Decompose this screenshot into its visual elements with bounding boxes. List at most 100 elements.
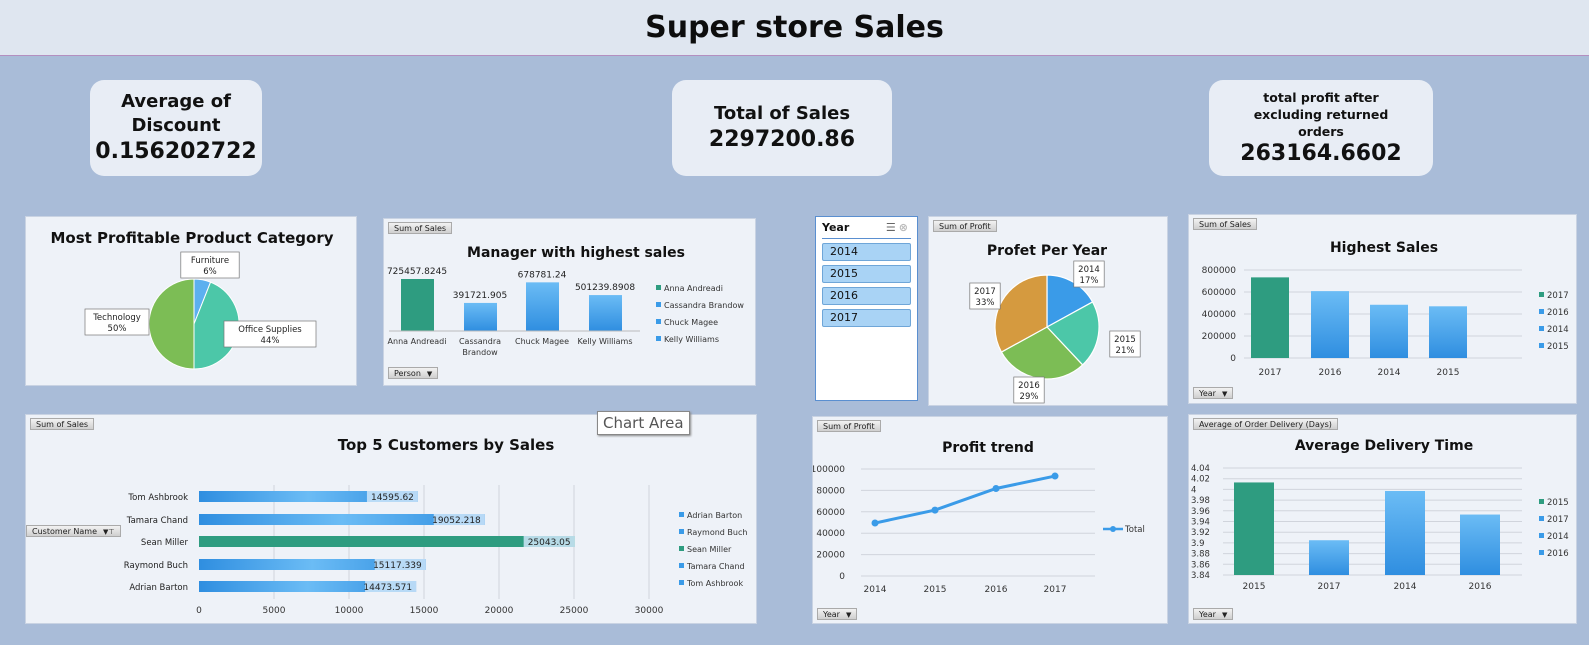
legend-label: Cassandra Brandow [664,301,744,310]
data-point-2014 [871,519,879,527]
legend-swatch [679,563,684,568]
legend-label: 2017 [1547,515,1569,525]
data-label: 15117.339 [373,561,422,571]
filter-button-year[interactable]: Year ▼ [1193,387,1234,399]
kpi-total-sales: Total of Sales 2297200.86 [672,80,892,176]
tick-label: 100000 [813,465,845,475]
kpi-profit-excluding-returns: total profit after excluding returned or… [1209,80,1433,176]
legend-swatch [656,336,661,341]
year-slicer[interactable]: Year ☰⊗ 2014 2015 2016 2017 [815,216,918,401]
legend-label: Tom Ashbrook [686,579,743,588]
tick-label: 3.98 [1191,496,1210,506]
data-label-technology: 50% [108,324,127,334]
filter-button-customer-name[interactable]: Customer Name ▼⊤ [26,525,121,537]
legend-marker [1110,526,1116,532]
category-label: Cassandra [459,337,501,346]
tick-label: 4.02 [1191,475,1210,485]
legend-label: Adrian Barton [687,511,742,520]
bar-chuck-magee [526,282,559,331]
data-label-2015: 2015 [1114,335,1136,345]
delivery-bar-chart: Average Delivery Time4.044.0243.983.963.… [1191,438,1569,592]
category-label: Tamara Chand [126,516,188,526]
legend-swatch [679,546,684,551]
bar-2015 [1234,482,1274,575]
chart-area-tooltip: Chart Area [597,411,690,435]
category-label: Raymond Buch [124,561,188,571]
tick-label: 15000 [410,606,439,616]
clear-filter-icon[interactable]: ⊗ [899,221,911,234]
tick-label: 600000 [1202,288,1237,298]
filter-button-year[interactable]: Year ▼ [817,608,858,620]
pie-slice-technology [148,278,195,370]
filter-button-year[interactable]: Year ▼ [1193,608,1234,620]
highest-sales-bar-chart: Highest Sales 800000 600000 400000 200000 0 20… [1202,240,1569,378]
data-label-2016: 2016 [1018,381,1040,391]
tick-label: 20000 [485,606,514,616]
category-label: Anna Andreadi [388,337,447,346]
category-label: Sean Miller [141,538,189,548]
multi-select-icon[interactable]: ☰ [886,221,899,234]
filter-funnel-icon: ▼⊤ [103,528,115,536]
chart-title: Profet Per Year [987,243,1107,259]
tick-label: 0 [839,572,845,582]
data-label: 14473.571 [363,583,412,593]
slicer-item-2017[interactable]: 2017 [822,309,911,327]
chart-profit-trend[interactable]: Sum of Profit Profit trend 100000 80000 600… [812,416,1168,624]
category-label: Brandow [462,348,498,357]
category-label: 2016 [985,585,1008,595]
filter-label: Year [1199,389,1216,398]
tick-label: 0 [196,606,202,616]
chart-average-delivery[interactable]: Average of Order Delivery (Days) Average… [1188,414,1577,624]
chart-product-category[interactable]: Most Profitable Product Category Furnitur… [25,216,357,386]
slicer-item-2015[interactable]: 2015 [822,265,911,283]
dropdown-arrow-icon: ▼ [845,611,852,619]
bar-2017 [1309,540,1349,575]
category-label: Kelly Williams [578,337,633,346]
filter-label: Customer Name [32,527,98,536]
bar-2014 [1385,491,1425,575]
filter-label: Year [1199,610,1216,619]
category-label: Adrian Barton [129,583,188,593]
data-label-2017: 2017 [974,287,996,297]
category-label: 2014 [1378,368,1401,378]
category-label: Chuck Magee [515,337,569,346]
dropdown-arrow-icon: ▼ [1221,611,1228,619]
slicer-item-2016[interactable]: 2016 [822,287,911,305]
legend-swatch [1539,309,1544,314]
category-label: 2015 [1243,582,1266,592]
legend-label: 2015 [1547,498,1569,508]
data-label-office-supplies: Office Supplies [238,325,302,335]
data-label-office-supplies: 44% [261,336,280,346]
data-label: 25043.05 [528,538,571,548]
tick-label: 3.94 [1191,518,1210,528]
chart-profit-per-year[interactable]: Sum of Profit Profet Per Year 2014 17% 2015… [928,216,1168,406]
slicer-item-2014[interactable]: 2014 [822,243,911,261]
tick-label: 20000 [816,551,845,561]
bar-2016 [1460,514,1500,575]
legend-swatch [1539,499,1544,504]
data-point-2015 [931,506,939,514]
chart-manager-sales[interactable]: Sum of Sales Manager with highest sales 7… [383,218,756,386]
kpi-label: total profit after excluding returned or… [1253,89,1389,139]
tick-label: 200000 [1202,332,1237,342]
category-label: 2016 [1319,368,1342,378]
category-label: 2016 [1469,582,1492,592]
bar-cassandra-brandow [464,302,497,331]
bar-2017 [1251,277,1289,358]
legend-label: Anna Andreadi [664,284,723,293]
tick-label: 80000 [816,486,845,496]
tick-label: 800000 [1202,266,1237,276]
data-label: 678781.24 [518,270,567,280]
data-label-2014: 2014 [1078,265,1100,275]
chart-highest-sales[interactable]: Sum of Sales Highest Sales 800000 600000 40… [1188,214,1577,404]
dashboard-header: Super store Sales [0,0,1589,56]
bar-kelly-williams [589,295,622,331]
tick-label: 3.86 [1191,560,1210,570]
legend-swatch [1539,326,1544,331]
legend-swatch [679,529,684,534]
bar-2014 [1370,304,1408,358]
data-label-2016: 29% [1020,392,1039,402]
chart-top5-customers[interactable]: Sum of Sales Top 5 Customers by Sales 0 50… [25,414,757,624]
filter-button-person[interactable]: Person ▼ [388,367,439,379]
kpi-value: 0.156202722 [95,139,257,164]
